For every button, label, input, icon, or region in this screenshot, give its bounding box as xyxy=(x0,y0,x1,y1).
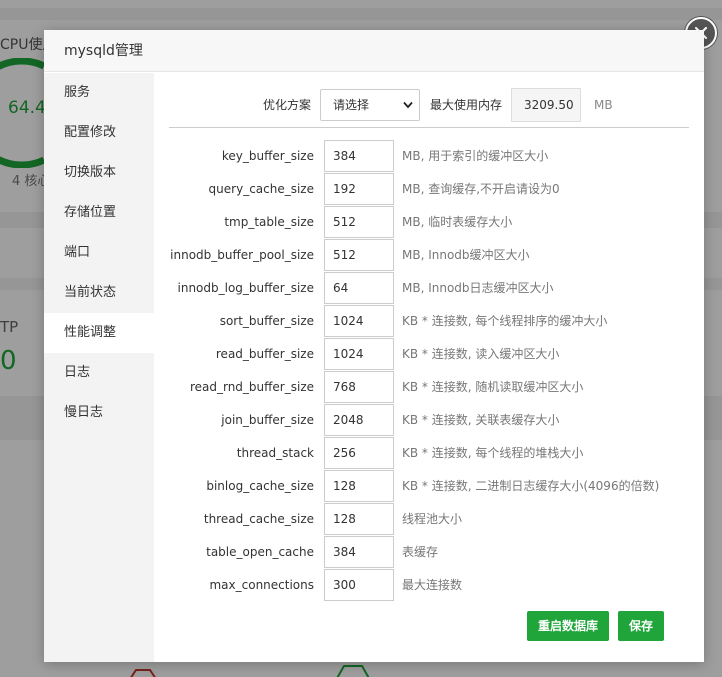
sidebar-item-port[interactable]: 端口 xyxy=(44,233,154,273)
modal-title: mysqld管理 xyxy=(44,30,704,72)
param-key: read_rnd_buffer_size xyxy=(189,380,314,394)
param-value-input[interactable]: 256 xyxy=(324,437,394,469)
param-row: read_rnd_buffer_size 768 KB * 连接数, 随机读取缓冲区… xyxy=(154,371,704,404)
param-value-input[interactable]: 768 xyxy=(324,371,394,403)
optimize-select[interactable]: 请选择 xyxy=(320,89,420,121)
max-memory-unit: MB xyxy=(594,98,613,112)
param-value-input[interactable]: 128 xyxy=(324,503,394,535)
param-row: sort_buffer_size 1024 KB * 连接数, 每个线程排序的缓冲大… xyxy=(154,305,704,338)
param-value-input[interactable]: 512 xyxy=(324,239,394,271)
param-row: tmp_table_size 512 MB, 临时表缓存大小 xyxy=(154,206,704,239)
param-key: binlog_cache_size xyxy=(206,479,314,493)
sidebar-item-log[interactable]: 日志 xyxy=(44,353,154,393)
save-button[interactable]: 保存 xyxy=(618,611,664,641)
param-value-input[interactable]: 300 xyxy=(324,569,394,601)
param-key: read_buffer_size xyxy=(215,347,314,361)
param-value-input[interactable]: 128 xyxy=(324,470,394,502)
param-description: KB * 连接数, 读入缓冲区大小 xyxy=(402,347,560,361)
param-row: binlog_cache_size 128 KB * 连接数, 二进制日志缓存大小(… xyxy=(154,470,704,503)
param-key: innodb_log_buffer_size xyxy=(177,281,315,295)
param-key: join_buffer_size xyxy=(221,413,314,427)
param-value-input[interactable]: 1024 xyxy=(324,338,394,370)
param-key: table_open_cache xyxy=(206,545,314,559)
param-key: tmp_table_size xyxy=(224,215,314,229)
param-value-input[interactable]: 64 xyxy=(324,272,394,304)
sidebar-item-service[interactable]: 服务 xyxy=(44,73,154,113)
param-description: KB * 连接数, 随机读取缓冲区大小 xyxy=(402,380,584,394)
param-row: innodb_buffer_pool_size 512 MB, Innodb缓冲区大… xyxy=(154,239,704,272)
optimize-select-value: 请选择 xyxy=(333,98,370,112)
param-value-input[interactable]: 192 xyxy=(324,173,394,205)
param-row: read_buffer_size 1024 KB * 连接数, 读入缓冲区大小 xyxy=(154,338,704,371)
param-description: MB, Innodb日志缓冲区大小 xyxy=(402,281,554,295)
param-row: query_cache_size 192 MB, 查询缓存,不开启请设为0 xyxy=(154,173,704,206)
param-row: thread_stack 256 KB * 连接数, 每个线程的堆栈大小 xyxy=(154,437,704,470)
sidebar: 服务 配置修改 切换版本 存储位置 端口 当前状态 性能调整 日志 慢日志 xyxy=(44,73,154,662)
sidebar-item-performance[interactable]: 性能调整 xyxy=(44,313,154,353)
param-description: KB * 连接数, 二进制日志缓存大小(4096的倍数) xyxy=(402,479,660,493)
param-description: 线程池大小 xyxy=(402,512,463,526)
param-description: 最大连接数 xyxy=(402,578,463,592)
param-description: 表缓存 xyxy=(402,545,439,559)
sidebar-item-version[interactable]: 切换版本 xyxy=(44,153,154,193)
restart-db-button[interactable]: 重启数据库 xyxy=(527,611,609,641)
param-description: MB, 临时表缓存大小 xyxy=(402,215,513,229)
param-row: table_open_cache 384 表缓存 xyxy=(154,536,704,569)
param-description: KB * 连接数, 关联表缓存大小 xyxy=(402,413,560,427)
param-key: key_buffer_size xyxy=(221,149,314,163)
param-row: join_buffer_size 2048 KB * 连接数, 关联表缓存大小 xyxy=(154,404,704,437)
param-description: KB * 连接数, 每个线程的堆栈大小 xyxy=(402,446,584,460)
param-key: thread_cache_size xyxy=(203,512,314,526)
param-description: MB, 查询缓存,不开启请设为0 xyxy=(402,182,560,196)
max-memory-field[interactable]: 3209.50 xyxy=(511,88,581,122)
param-key: thread_stack xyxy=(236,446,314,460)
param-description: MB, Innodb缓冲区大小 xyxy=(402,248,530,262)
performance-panel: 优化方案 请选择 最大使用内存 3209.50 MB key_buffer_si… xyxy=(154,73,704,662)
param-value-input[interactable]: 2048 xyxy=(324,404,394,436)
param-value-input[interactable]: 384 xyxy=(324,140,394,172)
param-description: MB, 用于索引的缓冲区大小 xyxy=(402,149,549,163)
param-row: max_connections 300 最大连接数 xyxy=(154,569,704,602)
chevron-down-icon xyxy=(403,101,413,109)
sidebar-item-slow-log[interactable]: 慢日志 xyxy=(44,393,154,433)
param-value-input[interactable]: 384 xyxy=(324,536,394,568)
max-memory-label: 最大使用内存 xyxy=(430,98,503,112)
param-row: innodb_log_buffer_size 64 MB, Innodb日志缓冲区大… xyxy=(154,272,704,305)
mysql-manager-modal: mysqld管理 服务 配置修改 切换版本 存储位置 端口 当前状态 性能调整 … xyxy=(44,30,704,662)
param-key: innodb_buffer_pool_size xyxy=(170,248,314,262)
param-key: query_cache_size xyxy=(208,182,314,196)
sidebar-item-status[interactable]: 当前状态 xyxy=(44,273,154,313)
optimize-row: 优化方案 请选择 最大使用内存 3209.50 MB xyxy=(154,88,704,122)
param-key: sort_buffer_size xyxy=(219,314,314,328)
sidebar-item-config[interactable]: 配置修改 xyxy=(44,113,154,153)
param-value-input[interactable]: 1024 xyxy=(324,305,394,337)
divider xyxy=(169,127,689,128)
param-row: thread_cache_size 128 线程池大小 xyxy=(154,503,704,536)
param-value-input[interactable]: 512 xyxy=(324,206,394,238)
param-row: key_buffer_size 384 MB, 用于索引的缓冲区大小 xyxy=(154,140,704,173)
param-description: KB * 连接数, 每个线程排序的缓冲大小 xyxy=(402,314,608,328)
sidebar-item-storage[interactable]: 存储位置 xyxy=(44,193,154,233)
optimize-label: 优化方案 xyxy=(263,98,312,112)
param-key: max_connections xyxy=(209,578,314,592)
